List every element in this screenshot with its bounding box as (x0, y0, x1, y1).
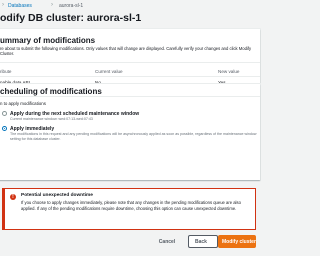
warning-icon: ! (10, 194, 16, 200)
divider (0, 96, 260, 97)
scheduling-label: n to apply modifications (0, 101, 46, 106)
alert-title: Potential unexpected downtime (21, 193, 93, 198)
downtime-alert: ! Potential unexpected downtime If you c… (2, 188, 256, 230)
summary-description: re about to submit the following modific… (0, 46, 252, 57)
summary-title: ummary of modifications (0, 36, 96, 45)
scheduling-title: cheduling of modifications (0, 87, 102, 96)
column-header-new: New value (218, 69, 240, 74)
breadcrumb: › Databases › aurora-sl-1 (0, 0, 256, 12)
divider (0, 76, 260, 77)
back-button[interactable]: Back (188, 235, 218, 248)
option-next-window-description: Current maintenance window: wed:07:13-we… (10, 117, 93, 121)
modify-cluster-button[interactable]: Modify cluster (218, 235, 256, 248)
summary-panel: ummary of modifications re about to subm… (0, 29, 260, 89)
alert-body: If you choose to apply changes immediate… (21, 200, 241, 211)
divider (0, 62, 260, 63)
breadcrumb-separator: › (2, 2, 4, 8)
column-header-current: Current value (95, 69, 123, 74)
cancel-button[interactable]: Cancel (150, 236, 184, 247)
option-immediately-description: The modifications in this request and an… (10, 132, 257, 141)
column-header-attribute: ribute (0, 69, 12, 74)
radio-immediately[interactable] (2, 126, 7, 131)
breadcrumb-separator: › (51, 2, 53, 8)
breadcrumb-current: aurora-sl-1 (59, 3, 84, 9)
breadcrumb-databases-link[interactable]: Databases (8, 3, 32, 9)
radio-next-window[interactable] (2, 111, 7, 116)
page-title: odify DB cluster: aurora-sl-1 (0, 12, 142, 24)
